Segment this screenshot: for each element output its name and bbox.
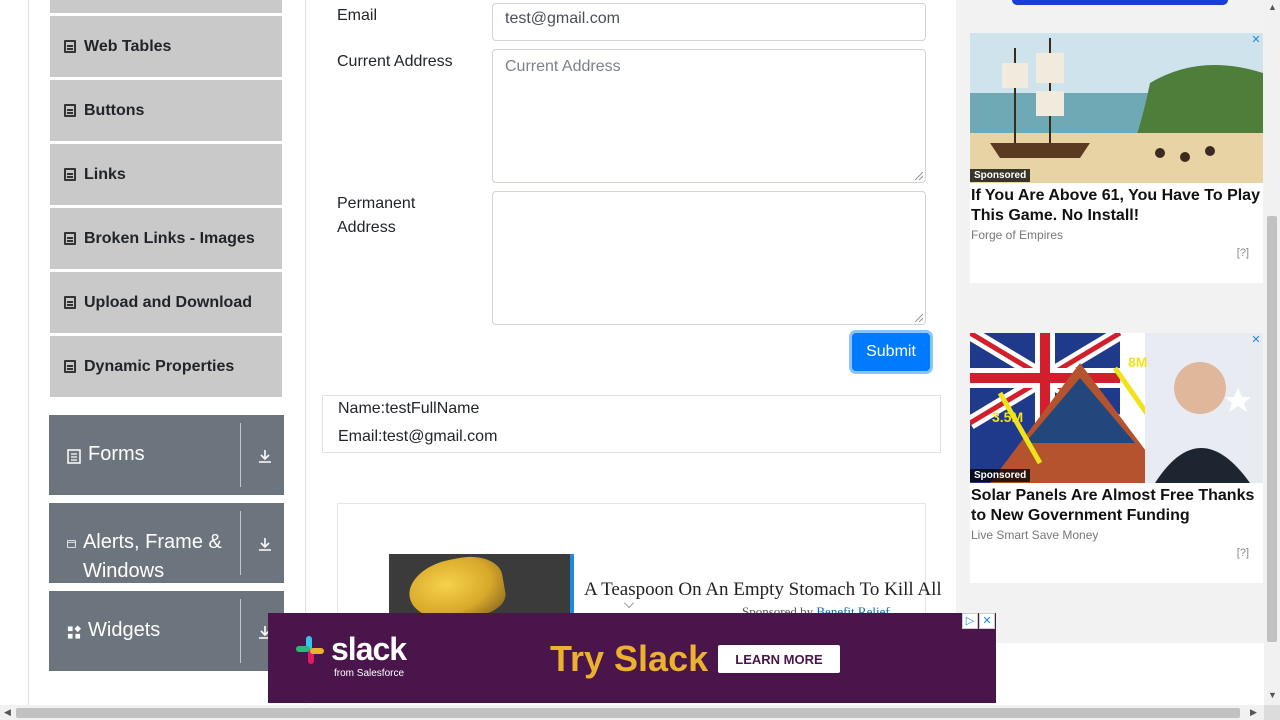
- sidebar-item-buttons[interactable]: Buttons: [50, 80, 282, 141]
- ad-card-game[interactable]: Sponsored ✕ If You Are Above 61, You Hav…: [970, 33, 1263, 283]
- scroll-up-icon[interactable]: ▲: [1268, 2, 1277, 12]
- window-icon: [67, 540, 76, 548]
- group-label: Widgets: [88, 619, 161, 641]
- output-box: Name:testFullName Email:test@gmail.com: [322, 395, 941, 453]
- ad-card-solar[interactable]: 8M 3.5M Sponsored ✕ Solar Panels Are Alm…: [970, 333, 1263, 583]
- ad-overlay-value: 8M: [1128, 354, 1147, 370]
- ad-title[interactable]: If You Are Above 61, You Have To Play Th…: [971, 186, 1263, 226]
- horizontal-scrollbar[interactable]: ◀ ▶: [0, 705, 1264, 720]
- sidebar-item-upload-download[interactable]: Upload and Download: [50, 272, 282, 333]
- close-icon[interactable]: ✕: [1250, 34, 1262, 46]
- document-icon: [64, 360, 76, 373]
- current-address-field[interactable]: Current Address: [492, 49, 926, 183]
- document-icon: [64, 40, 76, 53]
- email-value: test@gmail.com: [505, 10, 620, 27]
- sidebar-item-previous[interactable]: [50, 0, 282, 13]
- form-icon: [67, 449, 81, 464]
- ad-help[interactable]: [?]: [1237, 547, 1249, 559]
- permanent-address-label: Permanent Address: [337, 195, 416, 236]
- inline-ad-headline[interactable]: A Teaspoon On An Empty Stomach To Kill A…: [584, 579, 956, 601]
- current-address-placeholder: Current Address: [505, 58, 621, 75]
- sponsored-badge: Sponsored: [970, 469, 1031, 482]
- sidebar-item-label: Buttons: [84, 101, 145, 119]
- resize-handle[interactable]: [915, 172, 923, 180]
- ad-choices-icon[interactable]: ▷: [962, 613, 978, 629]
- sidebar-item-label: Broken Links - Images: [84, 229, 255, 247]
- download-icon[interactable]: [257, 448, 273, 464]
- ad-source: Live Smart Save Money: [971, 528, 1099, 542]
- permanent-address-field[interactable]: [492, 191, 926, 325]
- output-name: Name:testFullName: [338, 400, 480, 417]
- close-icon[interactable]: ✕: [1250, 334, 1262, 346]
- submit-button[interactable]: Submit: [852, 333, 930, 371]
- scrollbar-thumb[interactable]: [16, 708, 1240, 718]
- page: Web Tables Buttons Links Broken Links - …: [0, 0, 1280, 720]
- group-forms[interactable]: Forms: [49, 415, 284, 495]
- document-icon: [64, 232, 76, 245]
- group-label: Alerts, Frame & Windows: [82, 531, 222, 582]
- document-icon: [64, 104, 76, 117]
- divider: [240, 423, 241, 487]
- sidebar-item-label: Links: [84, 165, 126, 183]
- document-icon: [64, 296, 76, 309]
- group-widgets[interactable]: Widgets: [49, 591, 284, 671]
- ad-source: Forge of Empires: [971, 228, 1064, 242]
- document-icon: [64, 168, 76, 181]
- vertical-scrollbar[interactable]: ▲ ▼: [1264, 0, 1280, 705]
- divider: [240, 599, 241, 663]
- sidebar-item-broken-links[interactable]: Broken Links - Images: [50, 208, 282, 269]
- group-label: Forms: [88, 443, 145, 465]
- scroll-left-icon[interactable]: ◀: [4, 707, 11, 718]
- sidebar-item-web-tables[interactable]: Web Tables: [50, 16, 282, 77]
- sidebar-item-dynamic-properties[interactable]: Dynamic Properties: [50, 336, 282, 397]
- scrollbar-thumb[interactable]: [1267, 216, 1277, 642]
- sidebar-item-label: Web Tables: [84, 37, 172, 55]
- ad-overlay-value: 3.5M: [992, 409, 1023, 425]
- divider: [240, 511, 241, 575]
- slack-wordmark: slack: [331, 631, 407, 667]
- slack-headline: Try Slack: [550, 638, 709, 679]
- sidebar-item-links[interactable]: Links: [50, 144, 282, 205]
- email-label: Email: [337, 7, 378, 24]
- ad-image: 8M 3.5M Sponsored: [970, 333, 1263, 483]
- sidebar-item-label: Upload and Download: [84, 293, 252, 311]
- ad-title[interactable]: Solar Panels Are Almost Free Thanks to N…: [971, 486, 1263, 526]
- sidebar: Web Tables Buttons Links Broken Links - …: [28, 0, 306, 705]
- ad-help[interactable]: [?]: [1237, 247, 1249, 259]
- close-icon[interactable]: ✕: [979, 613, 995, 629]
- download-icon[interactable]: [257, 536, 273, 552]
- slack-from-text: from Salesforce: [334, 668, 405, 679]
- group-alerts-frame-windows[interactable]: Alerts, Frame & Windows: [49, 503, 284, 583]
- slack-banner-ad[interactable]: slack from Salesforce Try Slack LEARN MO…: [268, 613, 996, 703]
- email-field[interactable]: test@gmail.com: [492, 3, 926, 41]
- sidebar-item-label: Dynamic Properties: [84, 357, 235, 375]
- sponsored-badge: Sponsored: [970, 169, 1031, 182]
- scroll-down-icon[interactable]: ▼: [1268, 690, 1277, 700]
- scrollbar-corner: [1264, 705, 1280, 720]
- widgets-icon: [67, 625, 81, 639]
- output-email: Email:test@gmail.com: [338, 428, 498, 445]
- ad-button-partial[interactable]: [1012, 0, 1228, 5]
- current-address-label: Current Address: [337, 53, 453, 70]
- ad-image: Sponsored: [970, 33, 1263, 183]
- learn-more-button[interactable]: LEARN MORE: [718, 645, 840, 673]
- slack-logo-icon: [296, 636, 324, 664]
- scroll-right-icon[interactable]: ▶: [1250, 707, 1257, 718]
- resize-handle[interactable]: [915, 314, 923, 322]
